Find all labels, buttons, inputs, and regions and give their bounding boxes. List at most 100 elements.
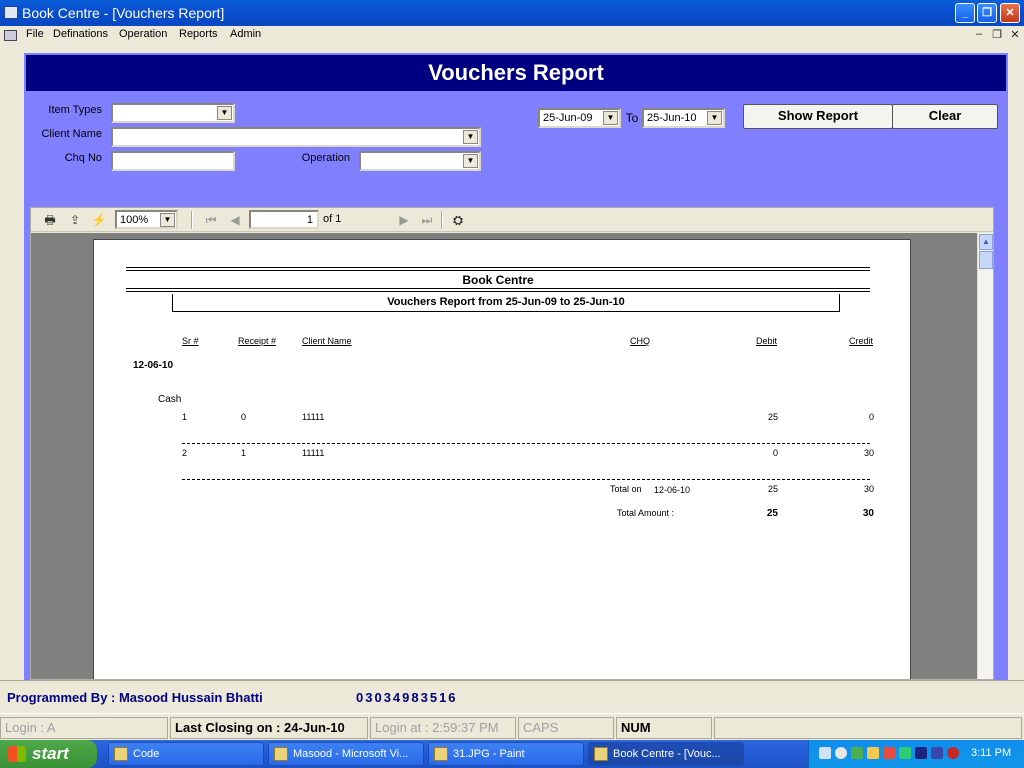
total-on-date: 12-06-10 xyxy=(654,485,691,495)
status-login: Login : A xyxy=(0,717,168,739)
task-paint[interactable]: 31.JPG - Paint xyxy=(428,742,584,766)
app-icon xyxy=(4,6,18,19)
report-scrollbar[interactable]: ▲ xyxy=(977,233,993,679)
print-icon[interactable]: 🖶 xyxy=(42,212,58,228)
col-sr: Sr # xyxy=(182,336,199,346)
next-page-icon[interactable]: ▶ xyxy=(396,212,412,228)
refresh-icon[interactable]: ⚡ xyxy=(91,212,107,228)
restore-button[interactable]: ❐ xyxy=(977,3,997,23)
search-binoculars-icon[interactable]: ⛭ xyxy=(450,212,466,228)
row-debit: 0 xyxy=(772,448,778,458)
scroll-thumb[interactable] xyxy=(979,251,993,269)
toolbar-separator xyxy=(441,211,443,229)
rule xyxy=(126,291,870,292)
row-client: 11111 xyxy=(302,448,325,458)
programmer-phone: 03034983516 xyxy=(356,690,458,705)
page-number-input[interactable]: 1 xyxy=(249,210,319,229)
report-subtitle: Vouchers Report from 25-Jun-09 to 25-Jun… xyxy=(172,294,840,312)
subgroup-label: Cash xyxy=(158,394,182,405)
chevron-down-icon[interactable]: ▼ xyxy=(217,106,232,120)
windows-logo-icon xyxy=(8,746,26,762)
start-label: start xyxy=(32,744,69,763)
programmer-credit: Programmed By : Masood Hussain Bhatti xyxy=(7,690,263,705)
task-label: Code xyxy=(133,748,160,760)
chq-no-input[interactable] xyxy=(111,151,235,171)
tray-app-icon[interactable] xyxy=(931,747,943,759)
scroll-up-icon[interactable]: ▲ xyxy=(979,234,993,250)
col-debit: Debit xyxy=(756,336,778,346)
total-on-credit: 30 xyxy=(863,484,874,494)
window-title: Book Centre - [Vouchers Report] xyxy=(22,5,225,21)
security-shield-icon[interactable] xyxy=(947,747,959,759)
chevron-down-icon[interactable]: ▼ xyxy=(463,154,478,168)
client-name-select[interactable]: ▼ xyxy=(111,127,481,147)
first-page-icon[interactable]: ⏮ xyxy=(203,212,219,228)
item-types-select[interactable]: ▼ xyxy=(111,103,235,123)
total-amount-credit: 30 xyxy=(862,508,874,519)
total-amount-label: Total Amount : xyxy=(617,508,675,518)
row-credit: 30 xyxy=(863,448,874,458)
tray-app-icon[interactable] xyxy=(867,747,879,759)
to-label: To xyxy=(625,111,639,125)
toolbar-separator xyxy=(191,211,193,229)
chevron-down-icon[interactable]: ▼ xyxy=(707,111,722,125)
paint-icon xyxy=(434,747,448,761)
zoom-value: 100% xyxy=(120,214,149,226)
viewer-toolbar: 🖶 ⇪ ⚡ 100% ▼ ⏮ ◀ 1 of 1 ▶ ⏭ ⛭ xyxy=(31,208,993,232)
minimize-button[interactable]: _ xyxy=(955,3,975,23)
menu-admin[interactable]: Admin xyxy=(230,28,261,40)
rule xyxy=(126,270,870,271)
operation-select[interactable]: ▼ xyxy=(359,151,481,171)
rule xyxy=(126,267,870,268)
start-button[interactable]: start xyxy=(0,740,97,768)
menu-file[interactable]: File xyxy=(26,28,44,40)
chevron-down-icon[interactable]: ▼ xyxy=(160,213,175,227)
task-label: 31.JPG - Paint xyxy=(453,748,525,760)
tray-app-icon[interactable] xyxy=(851,747,863,759)
date-from-picker[interactable]: 25-Jun-09 ▼ xyxy=(538,108,621,128)
close-button[interactable]: ✕ xyxy=(1000,3,1020,23)
network-icon[interactable] xyxy=(819,747,831,759)
export-icon[interactable]: ⇪ xyxy=(67,212,83,228)
rule xyxy=(126,288,870,289)
row-receipt: 0 xyxy=(241,412,247,422)
status-login-at: Login at : 2:59:37 PM xyxy=(370,717,516,739)
task-visual-studio[interactable]: Masood - Microsoft Vi... xyxy=(268,742,424,766)
row-sr: 1 xyxy=(182,412,188,422)
volume-icon[interactable] xyxy=(835,747,847,759)
chevron-down-icon[interactable]: ▼ xyxy=(603,111,618,125)
title-bar: Book Centre - [Vouchers Report] _ ❐ ✕ xyxy=(0,0,1024,26)
total-on-debit: 25 xyxy=(767,484,778,494)
show-report-button[interactable]: Show Report xyxy=(743,104,893,129)
menu-reports[interactable]: Reports xyxy=(179,28,218,40)
date-to-value: 25-Jun-10 xyxy=(647,112,697,124)
mdi-restore-button[interactable]: ❐ xyxy=(990,28,1004,42)
task-label: Book Centre - [Vouc... xyxy=(613,748,721,760)
status-num: NUM xyxy=(616,717,712,739)
date-to-picker[interactable]: 25-Jun-10 ▼ xyxy=(642,108,725,128)
menu-operation[interactable]: Operation xyxy=(119,28,167,40)
mdi-minimize-button[interactable]: – xyxy=(972,28,986,42)
menu-definations[interactable]: Definations xyxy=(53,28,108,40)
tray-app-icon[interactable] xyxy=(883,747,895,759)
report-viewer: 🖶 ⇪ ⚡ 100% ▼ ⏮ ◀ 1 of 1 ▶ ⏭ ⛭ Book Centr… xyxy=(30,207,994,680)
task-code[interactable]: Code xyxy=(108,742,264,766)
col-client-name: Client Name xyxy=(302,336,352,346)
operation-label: Operation xyxy=(301,152,350,164)
clear-button[interactable]: Clear xyxy=(892,104,998,129)
chevron-down-icon[interactable]: ▼ xyxy=(463,130,478,144)
mdi-child-icon[interactable] xyxy=(4,30,17,41)
previous-page-icon[interactable]: ◀ xyxy=(227,212,243,228)
mdi-close-button[interactable]: ✕ xyxy=(1008,28,1022,42)
last-page-icon[interactable]: ⏭ xyxy=(419,212,435,228)
zoom-select[interactable]: 100% ▼ xyxy=(115,210,178,229)
group-date: 12-06-10 xyxy=(133,360,174,371)
tray-app-icon[interactable] xyxy=(899,747,911,759)
page-count: of 1 xyxy=(323,213,342,225)
task-book-centre[interactable]: Book Centre - [Vouc... xyxy=(588,742,744,766)
tray-app-icon[interactable] xyxy=(915,747,927,759)
credits-bar: Programmed By : Masood Hussain Bhatti 03… xyxy=(0,680,1024,713)
folder-icon xyxy=(114,747,128,761)
row-credit: 0 xyxy=(868,412,874,422)
row-separator xyxy=(182,443,870,444)
